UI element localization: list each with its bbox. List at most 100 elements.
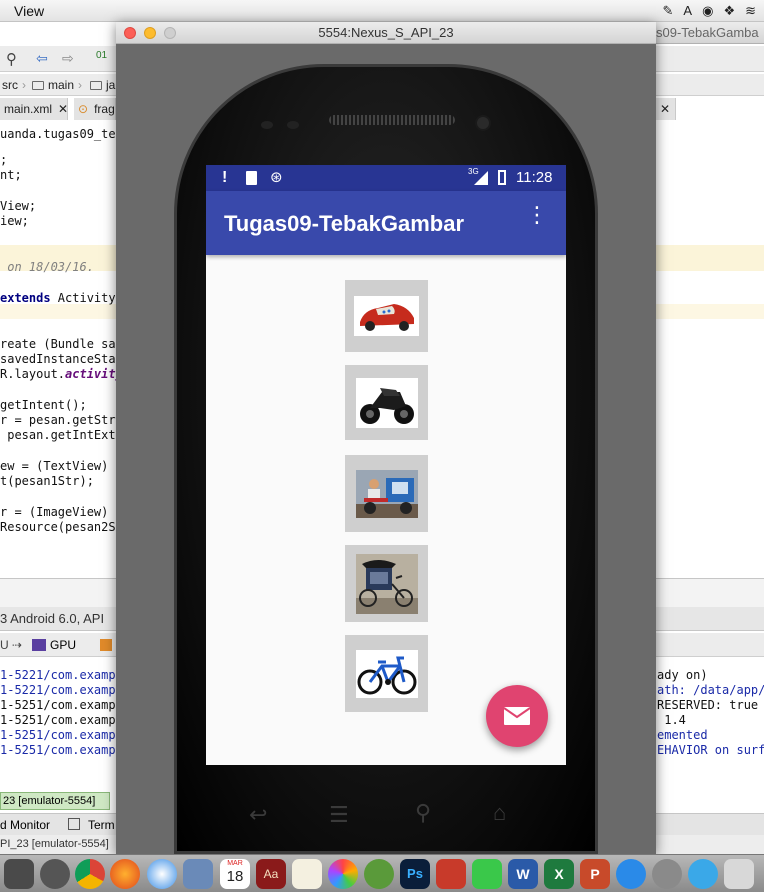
game-center-icon[interactable] — [436, 859, 466, 889]
rickshaw-image — [355, 469, 418, 518]
close-icon[interactable]: ✕ — [660, 102, 670, 116]
overflow-menu-icon[interactable]: ⋮ — [526, 204, 548, 226]
logcat-right: ady on) ath: /data/app/c RESERVED: true 1.… — [657, 668, 764, 758]
wifi-icon[interactable]: ≋ — [745, 3, 756, 19]
log-line: EHAVIOR on surfa — [657, 743, 764, 757]
calendar-icon[interactable]: MAR 18 — [220, 859, 250, 889]
search-icon[interactable]: ⚲ — [6, 50, 17, 68]
pedicab-image — [355, 553, 418, 614]
tab-close[interactable]: ✕ — [656, 98, 676, 120]
app-title: Tugas09-TebakGambar — [224, 211, 465, 236]
firefox-icon[interactable] — [110, 859, 140, 889]
forward-arrow-icon[interactable]: ⇨ — [62, 50, 74, 67]
excel-icon[interactable]: X — [544, 859, 574, 889]
preview-icon[interactable] — [183, 859, 213, 889]
emulator-title: 5554:Nexus_S_API_23 — [318, 25, 454, 40]
close-window-button[interactable] — [124, 27, 136, 39]
dictionary-icon[interactable]: Aa — [256, 859, 286, 889]
adobe-icon[interactable]: A — [683, 3, 692, 19]
app-store-icon[interactable] — [616, 859, 646, 889]
log-line: ath: /data/app/c — [657, 683, 764, 697]
log-line: ady on) — [657, 668, 708, 682]
breadcrumb-java[interactable]: ja — [90, 78, 115, 92]
gpu-tab[interactable]: GPU — [50, 633, 76, 657]
launchpad-icon[interactable] — [40, 859, 70, 889]
photos-icon[interactable] — [328, 859, 358, 889]
log-line: emented — [657, 728, 708, 742]
code-line: View; — [0, 198, 37, 213]
mac-dock: MAR 18 Aa Ps W X P — [0, 854, 764, 892]
search-button-icon[interactable]: ⚲ — [415, 800, 431, 826]
image-button-motorcycle[interactable] — [345, 365, 428, 440]
image-button-bicycle[interactable] — [345, 635, 428, 712]
android-studio-icon[interactable] — [364, 859, 394, 889]
log-line: 1-5221/com.exampl — [0, 668, 123, 682]
code-editor[interactable]: ; nt; View; iew; on 18/03/16. extends Acti… — [0, 153, 123, 535]
cpu-tab[interactable]: U ⇢ — [0, 633, 22, 657]
word-icon[interactable]: W — [508, 859, 538, 889]
breadcrumb-main[interactable]: main › — [32, 78, 82, 92]
bicycle-image — [355, 649, 418, 698]
speaker-grille — [329, 115, 455, 125]
folder-icon — [90, 80, 102, 90]
binary-icon[interactable]: 01 — [96, 50, 107, 61]
photoshop-icon[interactable]: Ps — [400, 859, 430, 889]
folder-icon — [32, 80, 44, 90]
android-screen: ! ⊛ 3G 11:28 Tugas09-TebakGambar ⋮ — [206, 165, 566, 765]
code-line: getIntent(); — [0, 397, 87, 412]
terminal-tab[interactable]: Term — [88, 814, 115, 836]
emulator-titlebar: 5554:Nexus_S_API_23 — [116, 22, 656, 44]
system-preferences-icon[interactable] — [652, 859, 682, 889]
car-image — [354, 296, 419, 336]
tab-fragment[interactable]: ⊙ frag — [74, 98, 116, 120]
network-icon[interactable] — [100, 639, 112, 651]
finder-window-icon[interactable] — [724, 859, 754, 889]
back-button-icon[interactable]: ↩ — [249, 802, 267, 828]
chrome-menu-icon[interactable]: ◉ — [702, 3, 713, 19]
log-line: 1.4 — [657, 713, 686, 727]
package-line: uanda.tugas09_teb — [0, 127, 123, 141]
menu-button-icon[interactable]: ☰ — [329, 802, 349, 828]
alert-icon: ! — [222, 169, 228, 186]
dropbox-icon[interactable]: ❖ — [723, 3, 735, 19]
image-button-pedicab[interactable] — [345, 545, 428, 622]
facetime-icon[interactable] — [472, 859, 502, 889]
battery-icon — [498, 170, 506, 185]
powerpoint-icon[interactable]: P — [580, 859, 610, 889]
code-line: extends Activity{ — [0, 290, 123, 305]
home-button-icon[interactable]: ⌂ — [493, 800, 506, 826]
log-line: 1-5251/com.exampl — [0, 698, 123, 712]
code-line: r = pesan.getStri — [0, 413, 123, 428]
code-line: savedInstanceStat — [0, 351, 123, 366]
chrome-icon[interactable] — [75, 859, 105, 889]
app-toolbar: Tugas09-TebakGambar ⋮ — [206, 191, 566, 255]
ide-window-title: s09-TebakGamba — [656, 22, 764, 44]
code-line: R.layout.activity — [0, 367, 123, 382]
back-arrow-icon[interactable]: ⇦ — [36, 50, 48, 67]
android-monitor-tab[interactable]: d Monitor — [0, 814, 50, 836]
code-line: iew; — [0, 214, 29, 229]
terminal-dock-icon[interactable] — [688, 859, 718, 889]
minimize-window-button[interactable] — [144, 27, 156, 39]
finder-icon[interactable] — [4, 859, 34, 889]
pen-icon[interactable]: ✎ — [663, 3, 674, 19]
close-icon[interactable]: ✕ — [58, 102, 68, 116]
breadcrumb-src[interactable]: src › — [2, 78, 26, 92]
mail-icon — [503, 707, 531, 725]
image-button-rickshaw[interactable] — [345, 455, 428, 532]
log-line: 1-5251/com.exampl — [0, 713, 123, 727]
tab-main-xml[interactable]: main.xml ✕ — [0, 98, 68, 120]
notes-icon[interactable] — [292, 859, 322, 889]
code-line: ew = (TextView) f — [0, 458, 123, 473]
menu-view[interactable]: View — [14, 3, 44, 19]
zoom-window-button[interactable] — [164, 27, 176, 39]
email-fab[interactable] — [486, 685, 548, 747]
image-button-car[interactable] — [345, 280, 428, 352]
device-badge[interactable]: 23 [emulator-5554] — [0, 792, 110, 810]
safari-icon[interactable] — [147, 859, 177, 889]
